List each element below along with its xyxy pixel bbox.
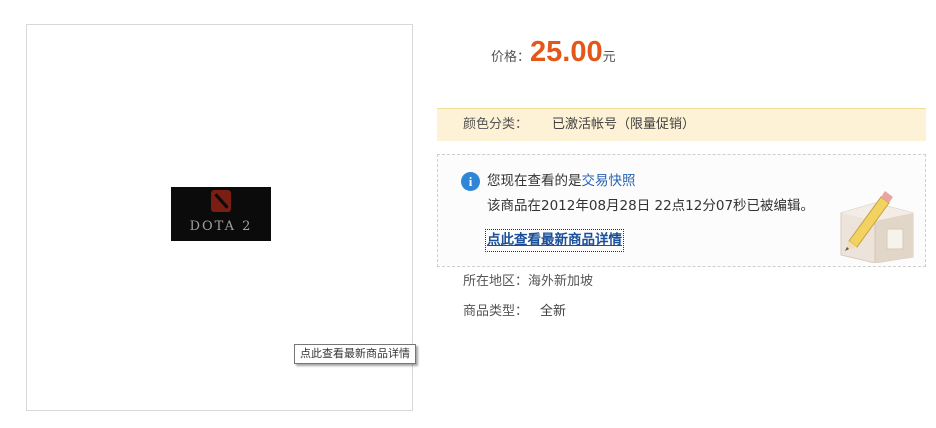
price-label: 价格：	[491, 50, 531, 65]
price-unit: 元	[602, 50, 616, 65]
snapshot-notice-text: 您现在查看的是交易快照	[487, 172, 636, 191]
product-image-text: DOTA 2	[189, 219, 253, 234]
price-row: 价格：25.00元	[491, 36, 616, 76]
region-label: 所在地区：	[463, 274, 529, 289]
view-latest-details-link[interactable]: 点此查看最新商品详情	[485, 229, 624, 252]
item-type-row: 商品类型： 全新	[463, 302, 566, 322]
snapshot-edit-info: 该商品在2012年08月28日 22点12分07秒已被编辑。	[487, 198, 815, 214]
color-category-label: 颜色分类：	[463, 117, 529, 132]
item-type-value: 全新	[540, 304, 567, 319]
color-category-row: 颜色分类： 已激活帐号（限量促销）	[437, 108, 926, 141]
snapshot-notice-prefix: 您现在查看的是	[487, 173, 582, 189]
item-type-label: 商品类型：	[463, 304, 529, 319]
view-latest-tooltip: 点此查看最新商品详情	[294, 344, 416, 364]
info-icon: i	[461, 172, 480, 191]
package-pencil-icon	[840, 191, 914, 263]
color-category-value[interactable]: 已激活帐号（限量促销）	[552, 109, 695, 140]
snapshot-notice: i 您现在查看的是交易快照 该商品在2012年08月28日 22点12分07秒已…	[437, 154, 926, 267]
product-image[interactable]: DOTA 2	[171, 187, 271, 241]
region-value: 海外新加坡	[528, 274, 594, 289]
region-row: 所在地区：海外新加坡	[463, 272, 593, 292]
trade-snapshot-link[interactable]: 交易快照	[582, 173, 636, 189]
dota-logo-icon	[211, 190, 231, 212]
price-value: 25.00	[530, 36, 603, 68]
